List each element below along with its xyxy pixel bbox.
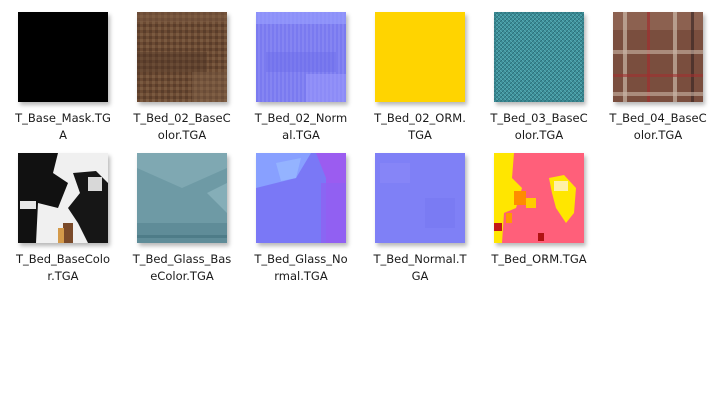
file-item-t-bed-02-orm[interactable]: T_Bed_02_ORM. TGA [365, 12, 475, 148]
file-name: T_Bed_02_ORM. TGA [374, 111, 466, 142]
file-item-t-base-mask[interactable]: T_Base_Mask.TG A [8, 12, 118, 148]
thumbnail-t-bed-glass-basecolor [137, 153, 227, 243]
file-name: T_Base_Mask.TG A [15, 111, 111, 142]
thumbnail-t-base-mask [18, 12, 108, 102]
file-name: T_Bed_04_BaseC olor.TGA [609, 111, 707, 142]
thumbnail-t-bed-02-basecolor [137, 12, 227, 102]
file-item-t-bed-02-normal[interactable]: T_Bed_02_Norm al.TGA [246, 12, 356, 148]
thumbnail-t-bed-glass-normal [256, 153, 346, 243]
thumbnail-t-bed-orm [494, 153, 584, 243]
file-name: T_Bed_Glass_No rmal.TGA [254, 252, 348, 283]
file-name: T_Bed_02_Norm al.TGA [254, 111, 348, 142]
file-name: T_Bed_02_BaseC olor.TGA [133, 111, 231, 142]
thumbnail-t-bed-02-normal [256, 12, 346, 102]
file-name: T_Bed_ORM.TGA [491, 252, 587, 266]
file-item-t-bed-02-basecolor[interactable]: T_Bed_02_BaseC olor.TGA [127, 12, 237, 148]
file-item-t-bed-03-basecolor[interactable]: T_Bed_03_BaseC olor.TGA [484, 12, 594, 148]
thumbnail-t-bed-basecolor [18, 153, 108, 243]
file-item-t-bed-04-basecolor[interactable]: T_Bed_04_BaseC olor.TGA [603, 12, 713, 148]
thumbnail-t-bed-02-orm [375, 12, 465, 102]
file-name: T_Bed_03_BaseC olor.TGA [490, 111, 588, 142]
file-item-t-bed-glass-normal[interactable]: T_Bed_Glass_No rmal.TGA [246, 153, 356, 289]
file-item-t-bed-glass-basecolor[interactable]: T_Bed_Glass_Bas eColor.TGA [127, 153, 237, 289]
file-item-t-bed-orm[interactable]: T_Bed_ORM.TGA [484, 153, 594, 289]
file-name: T_Bed_Normal.T GA [373, 252, 467, 283]
file-name: T_Bed_Glass_Bas eColor.TGA [132, 252, 232, 283]
file-grid: T_Base_Mask.TG A T_Bed_02_BaseC olor.TGA [0, 0, 720, 405]
thumbnail-t-bed-normal [375, 153, 465, 243]
file-item-t-bed-basecolor[interactable]: T_Bed_BaseColo r.TGA [8, 153, 118, 289]
file-item-t-bed-normal[interactable]: T_Bed_Normal.T GA [365, 153, 475, 289]
thumbnail-t-bed-03-basecolor [494, 12, 584, 102]
file-name: T_Bed_BaseColo r.TGA [15, 252, 111, 283]
thumbnail-t-bed-04-basecolor [613, 12, 703, 102]
